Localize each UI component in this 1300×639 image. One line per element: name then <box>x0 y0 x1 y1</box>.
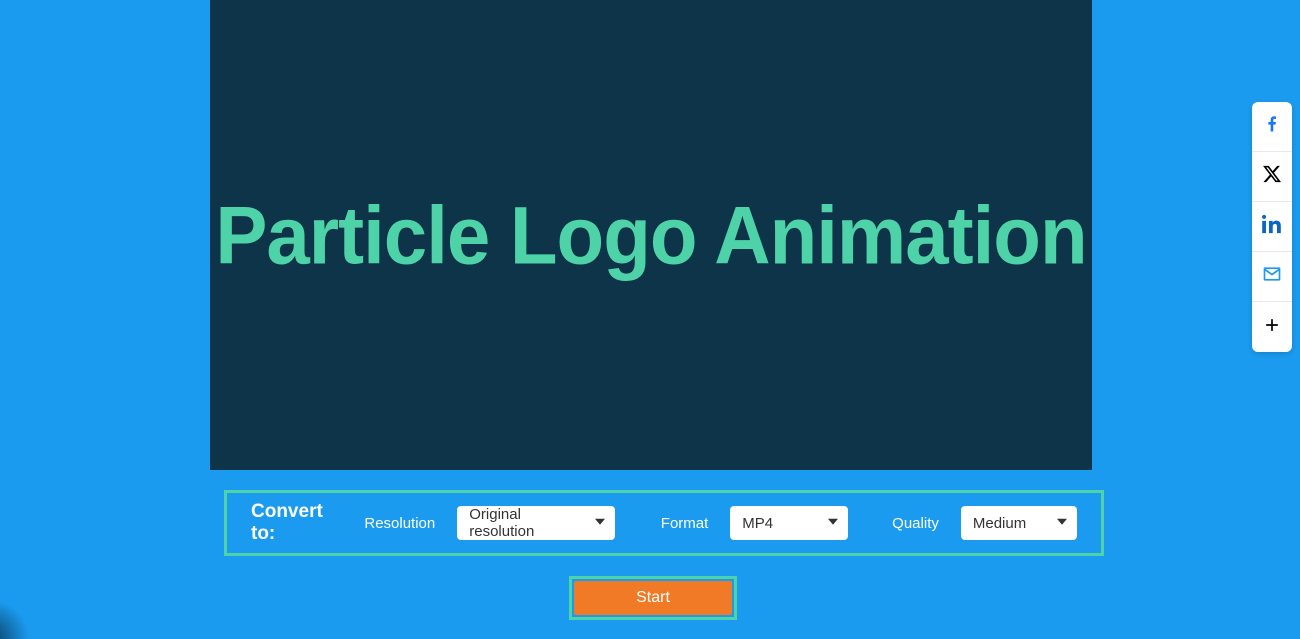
linkedin-icon <box>1262 214 1282 239</box>
quality-select[interactable]: Medium <box>961 506 1077 540</box>
x-icon <box>1262 164 1282 189</box>
chevron-down-icon <box>595 519 605 525</box>
share-bar <box>1252 102 1292 352</box>
chevron-down-icon <box>828 519 838 525</box>
preview-title: Particle Logo Animation <box>215 187 1086 283</box>
email-icon <box>1262 264 1282 289</box>
chevron-down-icon <box>1057 519 1067 525</box>
quality-value: Medium <box>973 515 1026 532</box>
format-select[interactable]: MP4 <box>730 506 848 540</box>
convert-heading: Convert to: <box>251 501 338 545</box>
convert-panel: Convert to: Resolution Original resoluti… <box>224 490 1104 556</box>
resolution-value: Original resolution <box>469 506 585 540</box>
start-label: Start <box>636 589 670 607</box>
share-email[interactable] <box>1252 252 1292 302</box>
format-value: MP4 <box>742 515 773 532</box>
quality-label: Quality <box>892 515 939 532</box>
start-button[interactable]: Start <box>574 581 732 615</box>
resolution-select[interactable]: Original resolution <box>457 506 615 540</box>
preview-canvas: Particle Logo Animation <box>210 0 1092 470</box>
start-button-wrap: Start <box>569 576 737 620</box>
corner-shadow <box>0 599 30 639</box>
share-linkedin[interactable] <box>1252 202 1292 252</box>
plus-icon <box>1262 315 1282 340</box>
facebook-icon <box>1262 114 1282 139</box>
share-more[interactable] <box>1252 302 1292 352</box>
resolution-label: Resolution <box>364 515 435 532</box>
share-facebook[interactable] <box>1252 102 1292 152</box>
format-label: Format <box>661 515 709 532</box>
share-x[interactable] <box>1252 152 1292 202</box>
